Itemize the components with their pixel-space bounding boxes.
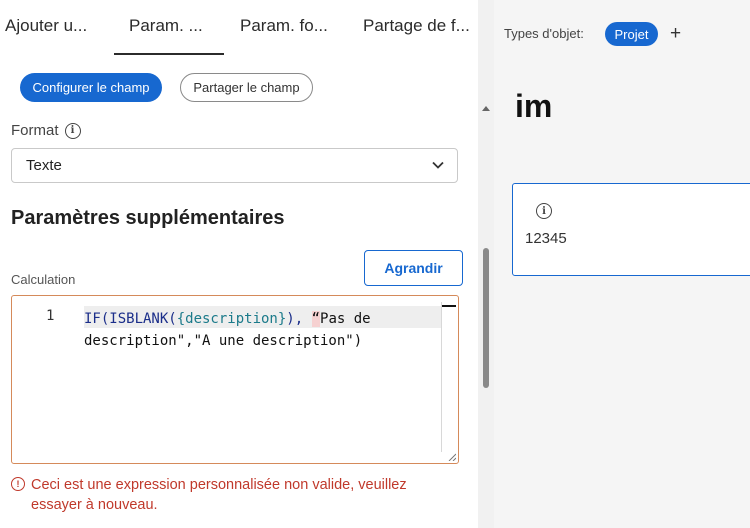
- expand-button[interactable]: Agrandir: [364, 250, 463, 286]
- section-title: Paramètres supplémentaires: [11, 207, 285, 229]
- error-text: Ceci est une expression personnalisée no…: [31, 477, 407, 513]
- resize-handle-icon[interactable]: [448, 453, 456, 461]
- format-select[interactable]: Texte: [11, 148, 458, 183]
- format-label-text: Format: [11, 122, 59, 139]
- field-settings-panel: Ajouter u... Param. ... Param. fo... Par…: [0, 0, 478, 528]
- preview-panel: Types d'objet: Projet + im i 12345: [494, 0, 750, 528]
- tab-add-field[interactable]: Ajouter u...: [5, 16, 87, 36]
- code-field: {description}: [176, 311, 287, 327]
- format-selected-value: Texte: [26, 157, 62, 174]
- active-tab-indicator: [114, 53, 224, 55]
- tab-form-sharing[interactable]: Partage de f...: [363, 16, 470, 36]
- line-number: 1: [46, 308, 55, 324]
- editor-scrollbar[interactable]: [441, 302, 442, 452]
- share-field-button[interactable]: Partager le champ: [180, 73, 313, 102]
- tab-field-settings[interactable]: Param. ...: [129, 16, 203, 36]
- preview-title: im: [515, 88, 553, 124]
- chevron-down-icon: [432, 161, 444, 169]
- tab-form-settings[interactable]: Param. fo...: [240, 16, 328, 36]
- configure-field-button[interactable]: Configurer le champ: [20, 73, 162, 102]
- code-text[interactable]: IF(ISBLANK({description}), “Pas de descr…: [84, 308, 434, 352]
- calculation-label: Calculation: [11, 272, 76, 287]
- code-function: IF(ISBLANK(: [84, 311, 177, 327]
- editor-scroll-marker: [442, 305, 456, 307]
- code-punct: ),: [286, 311, 312, 327]
- error-icon: !: [11, 477, 25, 491]
- preview-field-value: 12345: [525, 230, 567, 247]
- info-icon[interactable]: i: [64, 122, 81, 139]
- error-message: ! Ceci est une expression personnalisée …: [11, 475, 451, 515]
- scroll-up-arrow-icon[interactable]: [482, 106, 490, 111]
- preview-field-card[interactable]: i 12345: [512, 183, 750, 276]
- object-type-badge[interactable]: Projet: [605, 22, 658, 46]
- code-error-token: “: [311, 311, 321, 327]
- calculation-editor[interactable]: 1 IF(ISBLANK({description}), “Pas de des…: [11, 295, 459, 464]
- tab-bar: Ajouter u... Param. ... Param. fo... Par…: [0, 0, 478, 56]
- add-object-type-icon[interactable]: +: [670, 23, 681, 45]
- panel-scrollbar-thumb[interactable]: [483, 248, 489, 388]
- info-icon: i: [536, 203, 552, 219]
- format-label: Format i: [11, 122, 81, 139]
- object-types-label: Types d'objet:: [504, 26, 584, 41]
